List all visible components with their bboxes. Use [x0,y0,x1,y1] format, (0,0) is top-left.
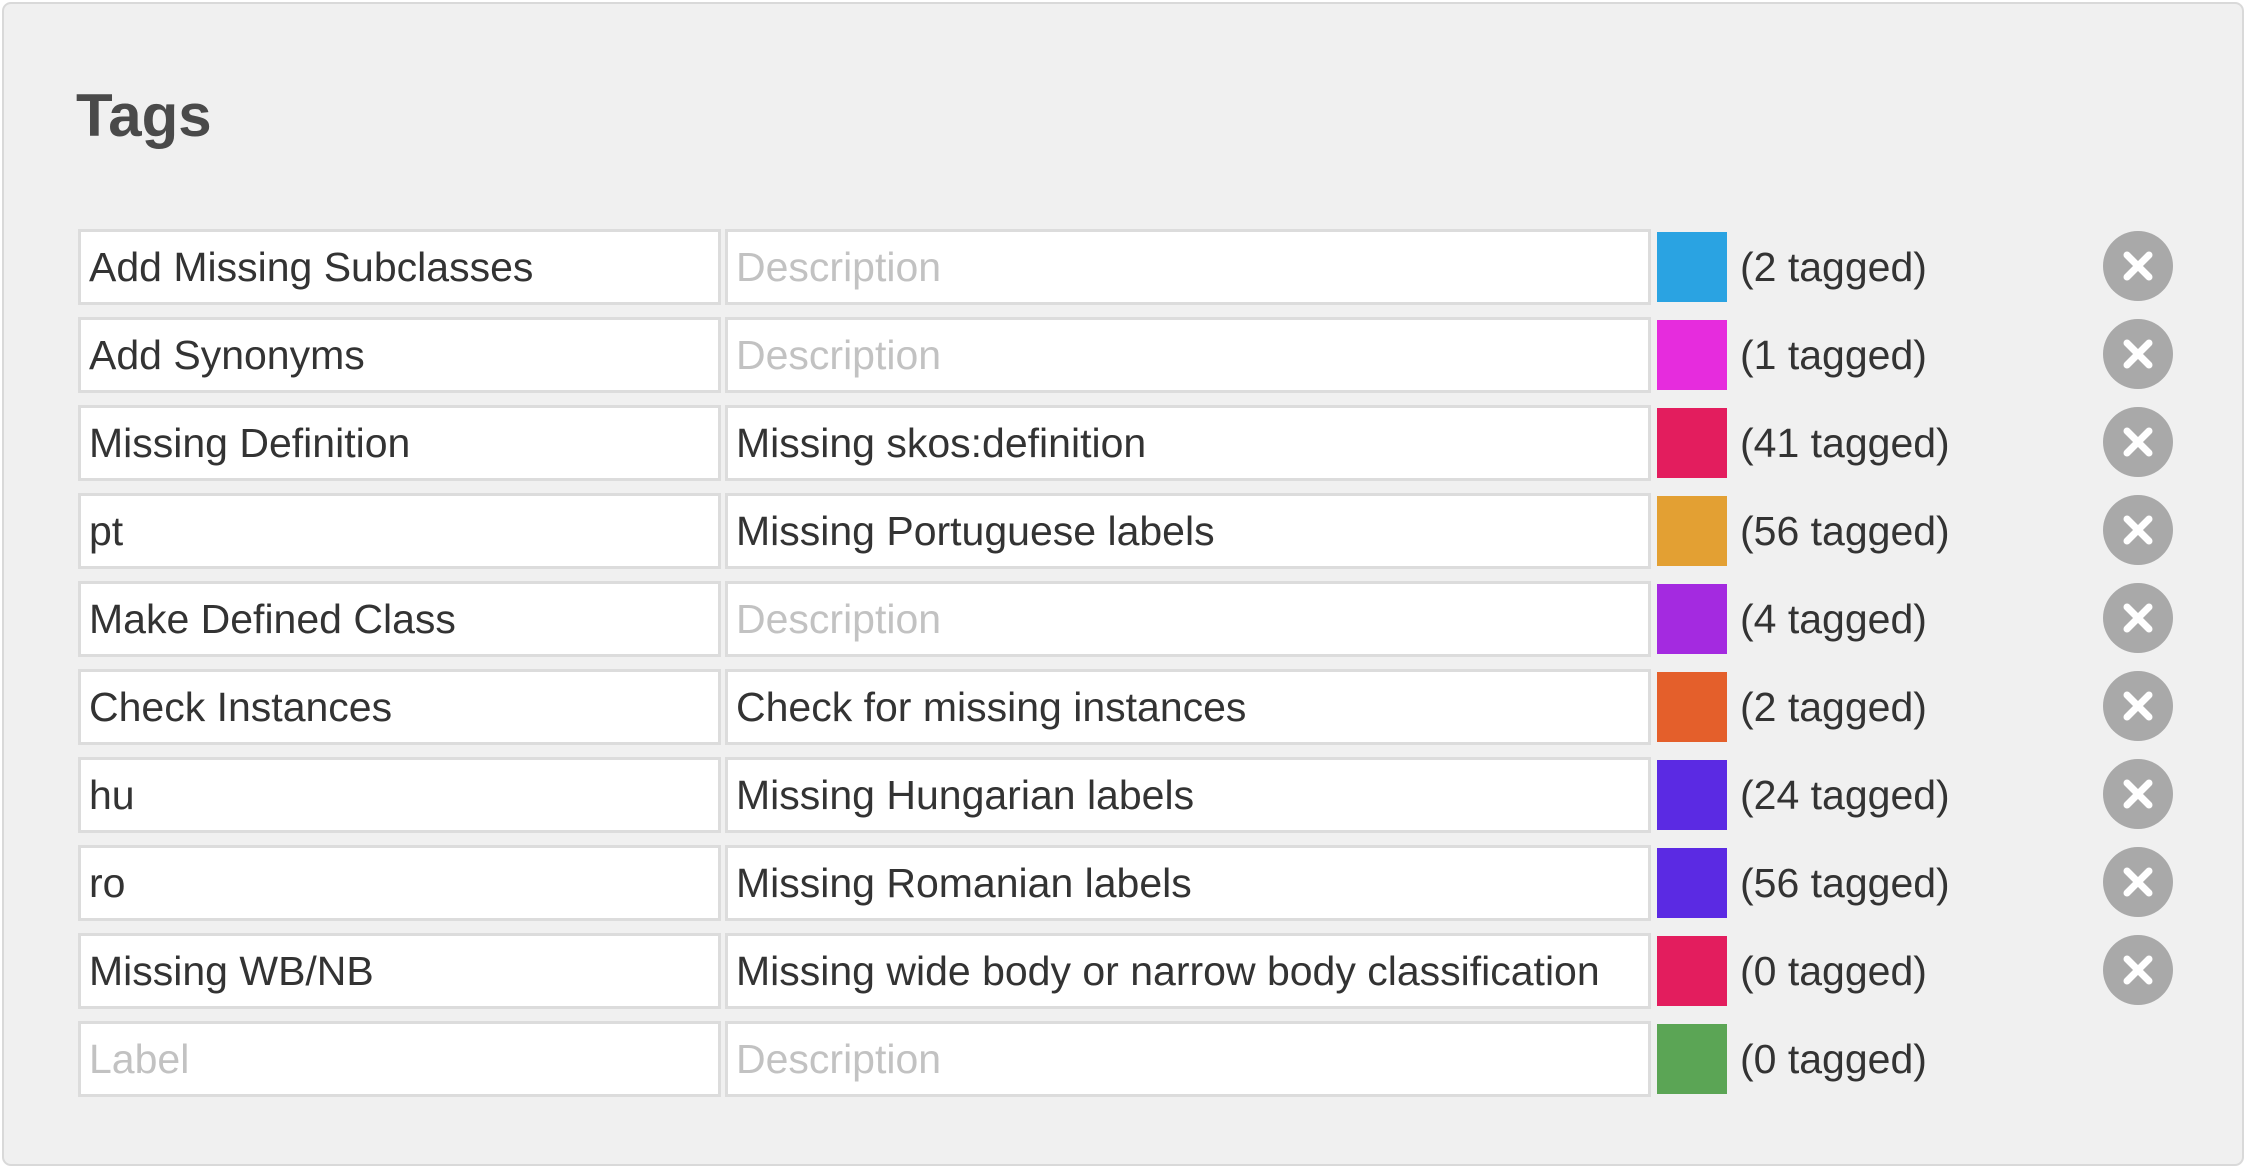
tagged-count: (1 tagged) [1740,332,1927,378]
tag-color-swatch[interactable] [1657,936,1727,1006]
tag-row: (56 tagged) [4,493,2242,569]
tagged-count: (0 tagged) [1740,1036,1927,1082]
tagged-count: (24 tagged) [1740,772,1950,818]
tagged-count: (2 tagged) [1740,244,1927,290]
new-tag-label-input[interactable] [78,1021,721,1097]
delete-tag-button[interactable] [2103,935,2173,1005]
tag-color-swatch[interactable] [1657,672,1727,742]
tag-color-swatch[interactable] [1657,320,1727,390]
tag-label-input[interactable] [78,493,721,569]
tag-label-input[interactable] [78,669,721,745]
close-icon [2123,603,2153,633]
tag-description-input[interactable] [725,757,1651,833]
delete-tag-button[interactable] [2103,407,2173,477]
tag-color-swatch[interactable] [1657,848,1727,918]
tag-label-input[interactable] [78,845,721,921]
tagged-count: (2 tagged) [1740,684,1927,730]
tag-description-input[interactable] [725,669,1651,745]
tag-color-swatch[interactable] [1657,1024,1727,1094]
close-icon [2123,779,2153,809]
tag-label-input[interactable] [78,317,721,393]
tag-description-input[interactable] [725,581,1651,657]
tag-label-input[interactable] [78,405,721,481]
delete-tag-button[interactable] [2103,319,2173,389]
tag-row: (1 tagged) [4,317,2242,393]
new-tag-row: (0 tagged) [4,1021,2242,1097]
delete-tag-button[interactable] [2103,671,2173,741]
panel-title: Tags [76,82,212,149]
tag-row: (56 tagged) [4,845,2242,921]
close-icon [2123,515,2153,545]
tag-row: (2 tagged) [4,229,2242,305]
tag-color-swatch[interactable] [1657,232,1727,302]
delete-tag-button[interactable] [2103,231,2173,301]
tag-label-input[interactable] [78,757,721,833]
tags-panel: Tags (2 tagged) (1 tagged) (41 tagged [2,2,2244,1166]
tagged-count: (41 tagged) [1740,420,1950,466]
tag-description-input[interactable] [725,845,1651,921]
tag-label-input[interactable] [78,581,721,657]
tag-description-input[interactable] [725,405,1651,481]
close-icon [2123,339,2153,369]
tagged-count: (56 tagged) [1740,508,1950,554]
tag-row: (0 tagged) [4,933,2242,1009]
tag-row: (4 tagged) [4,581,2242,657]
delete-tag-button[interactable] [2103,847,2173,917]
close-icon [2123,867,2153,897]
close-icon [2123,251,2153,281]
tagged-count: (0 tagged) [1740,948,1927,994]
tag-description-input[interactable] [725,933,1651,1009]
tag-color-swatch[interactable] [1657,584,1727,654]
close-icon [2123,955,2153,985]
tagged-count: (56 tagged) [1740,860,1950,906]
delete-tag-button[interactable] [2103,495,2173,565]
new-tag-description-input[interactable] [725,1021,1651,1097]
tag-row: (2 tagged) [4,669,2242,745]
tag-description-input[interactable] [725,493,1651,569]
tag-description-input[interactable] [725,317,1651,393]
tagged-count: (4 tagged) [1740,596,1927,642]
close-icon [2123,427,2153,457]
tag-row: (41 tagged) [4,405,2242,481]
delete-tag-button[interactable] [2103,759,2173,829]
tag-color-swatch[interactable] [1657,760,1727,830]
tag-label-input[interactable] [78,229,721,305]
close-icon [2123,691,2153,721]
tag-label-input[interactable] [78,933,721,1009]
tag-color-swatch[interactable] [1657,408,1727,478]
tag-description-input[interactable] [725,229,1651,305]
delete-tag-button[interactable] [2103,583,2173,653]
tag-row: (24 tagged) [4,757,2242,833]
tag-color-swatch[interactable] [1657,496,1727,566]
